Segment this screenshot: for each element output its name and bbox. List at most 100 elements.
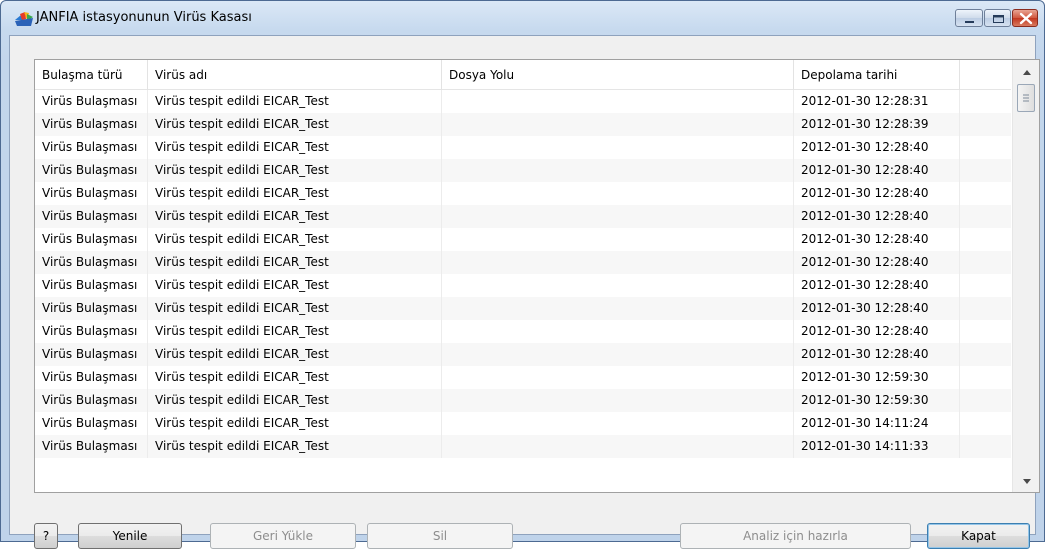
table-row[interactable]: Virüs Bulaşması Virüs tespit edildi EICAR… (35, 366, 1011, 389)
cell-infection-type: Virüs Bulaşması (35, 343, 148, 366)
scrollbar-thumb[interactable] (1017, 84, 1035, 112)
cell-infection-type: Virüs Bulaşması (35, 136, 148, 159)
cell-filler (960, 205, 1011, 228)
cell-filler (960, 159, 1011, 182)
cell-filler (960, 435, 1011, 458)
table-row[interactable]: Virüs Bulaşması Virüs tespit edildi EICAR… (35, 182, 1011, 205)
cell-infection-type: Virüs Bulaşması (35, 113, 148, 136)
table-row[interactable]: Virüs Bulaşması Virüs tespit edildi EICAR… (35, 389, 1011, 412)
scroll-up-arrow-icon[interactable] (1013, 64, 1039, 82)
cell-filler (960, 366, 1011, 389)
table-row[interactable]: Virüs Bulaşması Virüs tespit edildi EICAR… (35, 113, 1011, 136)
cell-filler (960, 389, 1011, 412)
cell-virus-name: Virüs tespit edildi EICAR_Test (148, 205, 442, 228)
window-title: JANFIA istasyonunun Virüs Kasası (36, 10, 252, 25)
avg-logo-icon (15, 11, 33, 27)
cell-virus-name: Virüs tespit edildi EICAR_Test (148, 90, 442, 113)
minimize-icon (965, 21, 974, 23)
restore-button[interactable]: Geri Yükle (210, 523, 356, 549)
dialog-client-area: Bulaşma türü Virüs adı Dosya Yolu Depola… (9, 35, 1040, 549)
cell-virus-name: Virüs tespit edildi EICAR_Test (148, 228, 442, 251)
table-row[interactable]: Virüs Bulaşması Virüs tespit edildi EICAR… (35, 343, 1011, 366)
table-row[interactable]: Virüs Bulaşması Virüs tespit edildi EICAR… (35, 90, 1011, 113)
cell-infection-type: Virüs Bulaşması (35, 389, 148, 412)
cell-virus-name: Virüs tespit edildi EICAR_Test (148, 274, 442, 297)
maximize-button[interactable] (984, 9, 1011, 27)
virus-list[interactable]: Bulaşma türü Virüs adı Dosya Yolu Depola… (34, 59, 1040, 493)
cell-filler (960, 320, 1011, 343)
cell-file-path (442, 274, 794, 297)
table-row[interactable]: Virüs Bulaşması Virüs tespit edildi EICAR… (35, 228, 1011, 251)
cell-file-path (442, 343, 794, 366)
cell-infection-type: Virüs Bulaşması (35, 251, 148, 274)
cell-storage-date: 2012-01-30 12:28:40 (794, 228, 960, 251)
column-header-infection-type[interactable]: Bulaşma türü (35, 60, 148, 90)
cell-file-path (442, 159, 794, 182)
cell-storage-date: 2012-01-30 12:28:40 (794, 251, 960, 274)
cell-file-path (442, 366, 794, 389)
column-header-storage-date[interactable]: Depolama tarihi (794, 60, 960, 90)
close-icon (1019, 12, 1033, 25)
close-button[interactable]: Kapat (927, 523, 1030, 549)
table-row[interactable]: Virüs Bulaşması Virüs tespit edildi EICAR… (35, 297, 1011, 320)
cell-file-path (442, 435, 794, 458)
cell-infection-type: Virüs Bulaşması (35, 320, 148, 343)
delete-button[interactable]: Sil (367, 523, 513, 549)
table-row[interactable]: Virüs Bulaşması Virüs tespit edildi EICAR… (35, 320, 1011, 343)
help-button[interactable]: ? (34, 523, 58, 549)
cell-file-path (442, 228, 794, 251)
cell-storage-date: 2012-01-30 12:28:40 (794, 274, 960, 297)
cell-infection-type: Virüs Bulaşması (35, 90, 148, 113)
column-header-file-path[interactable]: Dosya Yolu (442, 60, 794, 90)
table-row[interactable]: Virüs Bulaşması Virüs tespit edildi EICAR… (35, 136, 1011, 159)
cell-infection-type: Virüs Bulaşması (35, 159, 148, 182)
cell-file-path (442, 182, 794, 205)
cell-storage-date: 2012-01-30 12:59:30 (794, 366, 960, 389)
cell-filler (960, 297, 1011, 320)
column-header-filler (960, 60, 1011, 90)
column-header-virus-name[interactable]: Virüs adı (148, 60, 442, 90)
table-row[interactable]: Virüs Bulaşması Virüs tespit edildi EICAR… (35, 435, 1011, 458)
table-row[interactable]: Virüs Bulaşması Virüs tespit edildi EICAR… (35, 205, 1011, 228)
vertical-scrollbar[interactable] (1012, 60, 1039, 492)
cell-filler (960, 274, 1011, 297)
cell-filler (960, 251, 1011, 274)
cell-virus-name: Virüs tespit edildi EICAR_Test (148, 389, 442, 412)
cell-virus-name: Virüs tespit edildi EICAR_Test (148, 251, 442, 274)
cell-virus-name: Virüs tespit edildi EICAR_Test (148, 182, 442, 205)
cell-infection-type: Virüs Bulaşması (35, 412, 148, 435)
cell-infection-type: Virüs Bulaşması (35, 366, 148, 389)
close-window-button[interactable] (1012, 9, 1038, 27)
cell-storage-date: 2012-01-30 12:28:40 (794, 297, 960, 320)
cell-infection-type: Virüs Bulaşması (35, 435, 148, 458)
scroll-down-arrow-icon[interactable] (1013, 472, 1039, 490)
cell-file-path (442, 297, 794, 320)
cell-file-path (442, 113, 794, 136)
cell-file-path (442, 320, 794, 343)
cell-virus-name: Virüs tespit edildi EICAR_Test (148, 343, 442, 366)
cell-storage-date: 2012-01-30 12:28:40 (794, 182, 960, 205)
cell-filler (960, 113, 1011, 136)
cell-infection-type: Virüs Bulaşması (35, 205, 148, 228)
cell-virus-name: Virüs tespit edildi EICAR_Test (148, 435, 442, 458)
cell-virus-name: Virüs tespit edildi EICAR_Test (148, 412, 442, 435)
minimize-button[interactable] (955, 9, 983, 27)
cell-storage-date: 2012-01-30 12:28:40 (794, 343, 960, 366)
prepare-analysis-button[interactable]: Analiz için hazırla (680, 523, 911, 549)
refresh-button[interactable]: Yenile (78, 523, 182, 549)
cell-file-path (442, 205, 794, 228)
cell-storage-date: 2012-01-30 12:28:40 (794, 136, 960, 159)
cell-storage-date: 2012-01-30 12:28:40 (794, 320, 960, 343)
cell-virus-name: Virüs tespit edildi EICAR_Test (148, 113, 442, 136)
table-row[interactable]: Virüs Bulaşması Virüs tespit edildi EICAR… (35, 412, 1011, 435)
table-row[interactable]: Virüs Bulaşması Virüs tespit edildi EICAR… (35, 274, 1011, 297)
list-header: Bulaşma türü Virüs adı Dosya Yolu Depola… (35, 60, 1011, 90)
cell-virus-name: Virüs tespit edildi EICAR_Test (148, 136, 442, 159)
cell-filler (960, 343, 1011, 366)
cell-infection-type: Virüs Bulaşması (35, 274, 148, 297)
cell-storage-date: 2012-01-30 12:59:30 (794, 389, 960, 412)
cell-file-path (442, 90, 794, 113)
title-bar[interactable]: JANFIA istasyonunun Virüs Kasası (1, 1, 1044, 35)
table-row[interactable]: Virüs Bulaşması Virüs tespit edildi EICAR… (35, 159, 1011, 182)
table-row[interactable]: Virüs Bulaşması Virüs tespit edildi EICAR… (35, 251, 1011, 274)
